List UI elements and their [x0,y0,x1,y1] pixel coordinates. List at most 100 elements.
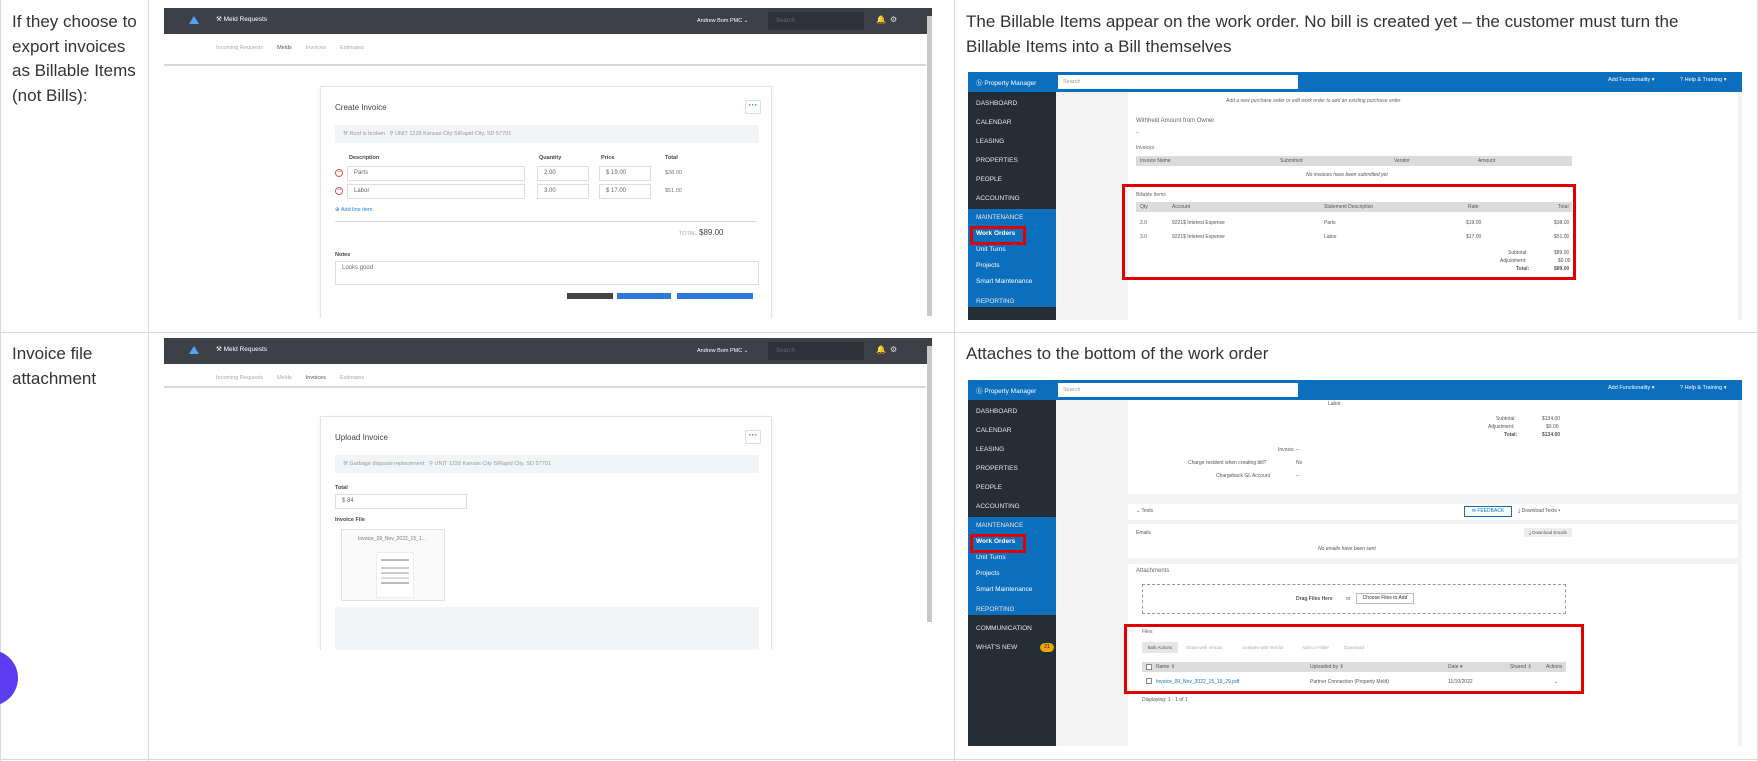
price-input[interactable]: $ 19.00 [599,166,651,181]
withheld-value: -- [1136,130,1140,136]
sub-unit-turns[interactable]: Unit Turns [976,246,1006,253]
panel [1128,450,1738,494]
texts-toggle[interactable]: ⌄ Texts [1136,508,1153,514]
nav-properties[interactable]: PROPERTIES [976,157,1018,164]
tab-estimates[interactable]: Estimates [340,375,364,381]
nav-whats-new[interactable]: WHAT'S NEW [976,644,1017,651]
sub-projects[interactable]: Projects [976,262,999,269]
bell-icon[interactable]: 🔔 [876,345,886,354]
po-hint: Add a new purchase order or edit work or… [1226,98,1401,104]
invoice-value: -- [1296,447,1300,453]
description-input[interactable]: Labor [347,184,525,199]
description-input[interactable]: Parts [347,166,525,181]
remove-line-icon[interactable]: − [335,169,343,177]
nav-maintenance[interactable]: MAINTENANCE [976,522,1023,529]
more-options-button[interactable]: ··· [745,100,761,114]
gear-icon[interactable]: ⚙ [890,345,897,354]
nav-accounting[interactable]: ACCOUNTING [976,503,1020,510]
sub-projects[interactable]: Projects [976,570,999,577]
notes-input[interactable]: Looks good [335,261,759,285]
invoice-label: Invoice [1278,447,1294,453]
nav-dashboard[interactable]: DASHBOARD [976,408,1017,415]
drop-zone[interactable] [1142,584,1566,614]
adjustment-label: Adjustment: [1488,424,1515,430]
gear-icon[interactable]: ⚙ [890,15,897,24]
meld-info: ⚒ Garbage disposal replacement ⚲ UNIT 12… [335,455,759,473]
search-input[interactable]: Search [768,12,864,30]
attachments-label: Attachments [1136,568,1170,574]
search-input[interactable]: Search [1058,75,1298,89]
nav-reporting[interactable]: REPORTING [976,606,1015,613]
tab-invoices[interactable]: Invoices [306,45,326,51]
more-options-button[interactable]: ··· [745,430,761,444]
choose-files-button[interactable]: Choose Files to Add [1356,593,1414,604]
help-menu[interactable]: ? Help & Training ▾ [1680,77,1727,83]
download-texts-button[interactable]: ⤓ Download Texts ▾ [1518,508,1560,514]
download-emails-button[interactable]: ⤓ Download Emails [1524,528,1572,537]
nav-leasing[interactable]: LEASING [976,138,1004,145]
tab-invoices[interactable]: Invoices [306,375,326,381]
price-input[interactable]: $ 17.00 [599,184,651,199]
work-order-detail: Add a new purchase order or edit work or… [1056,92,1742,320]
nav-calendar[interactable]: CALENDAR [976,119,1011,126]
col-total: Total [665,155,678,161]
total-value: $134.00 [1542,432,1561,438]
sub-unit-turns[interactable]: Unit Turns [976,554,1006,561]
help-menu[interactable]: ? Help & Training ▾ [1680,385,1727,391]
nav-communication[interactable]: COMMUNICATION [976,625,1032,632]
add-functionality-menu[interactable]: Add Functionality ▾ [1608,77,1655,83]
charge-value: No [1296,460,1303,466]
nav-reporting[interactable]: REPORTING [976,298,1015,305]
nav-maintenance[interactable]: MAINTENANCE [976,214,1023,221]
row-description: Labor [1328,401,1341,407]
quantity-input[interactable]: 2.00 [537,166,589,181]
save-button[interactable] [617,293,671,299]
files-highlight [1124,624,1584,694]
add-functionality-menu[interactable]: Add Functionality ▾ [1608,385,1655,391]
nav-properties[interactable]: PROPERTIES [976,465,1018,472]
tab-estimates[interactable]: Estimates [340,45,364,51]
search-input[interactable]: Search [768,342,864,360]
notes-label: Notes [335,252,351,258]
nav-people[interactable]: PEOPLE [976,176,1002,183]
scrollbar[interactable] [927,346,932,622]
user-menu[interactable]: Andrew Bom PMC ⌄ [682,12,760,30]
inv-col-submitted: Submitted [1280,158,1303,164]
inv-col-vendor: Vendor [1394,158,1410,164]
cancel-button[interactable] [567,293,613,299]
feedback-button[interactable]: ✉ FEEDBACK [1464,506,1512,517]
pm-sidebar: DASHBOARD CALENDAR LEASING PROPERTIES PE… [968,400,1056,746]
pm-brand: ⓑ Property Manager [976,80,1037,87]
remove-line-icon[interactable]: − [335,187,343,195]
pm-top-bar: ⓑ Property Manager Search Add Functional… [968,72,1742,92]
submit-button[interactable] [677,293,753,299]
search-input[interactable]: Search [1058,383,1298,397]
total-label: Total: [1504,432,1518,438]
user-menu[interactable]: Andrew Bom PMC ⌄ [682,342,760,360]
invoice-file-card[interactable]: Invoice_09_Nov_2022_15_1... [341,529,445,601]
nav-accounting[interactable]: ACCOUNTING [976,195,1020,202]
work-orders-highlight [970,534,1026,553]
or-text: or [1346,596,1351,602]
nav-people[interactable]: PEOPLE [976,484,1002,491]
add-line-item-link[interactable]: ⊕ Add line item [335,207,373,213]
pm-top-bar: ⓑ Property Manager Search Add Functional… [968,380,1742,400]
tab-incoming[interactable]: Incoming Requests [216,375,263,381]
nav-leasing[interactable]: LEASING [976,446,1004,453]
line-total: $38.00 [665,170,682,176]
tab-melds[interactable]: Melds [277,375,292,381]
tab-melds[interactable]: Melds [277,45,292,51]
sub-smart-maintenance[interactable]: Smart Maintenance [976,586,1032,593]
nav-dashboard[interactable]: DASHBOARD [976,100,1017,107]
bell-icon[interactable]: 🔔 [876,15,886,24]
tab-incoming[interactable]: Incoming Requests [216,45,263,51]
quantity-input[interactable]: 3.00 [537,184,589,199]
billable-items-screenshot: ⓑ Property Manager Search Add Functional… [968,72,1742,320]
row2-label: Invoice file attachment [12,344,97,388]
nav-calendar[interactable]: CALENDAR [976,427,1011,434]
scrollbar[interactable] [927,16,932,316]
create-invoice-screenshot: ⚒ Meld Requests Andrew Bom PMC ⌄ Search … [164,8,932,318]
table-border [148,0,149,761]
sub-smart-maintenance[interactable]: Smart Maintenance [976,278,1032,285]
total-input[interactable]: $ 84 [335,494,467,509]
